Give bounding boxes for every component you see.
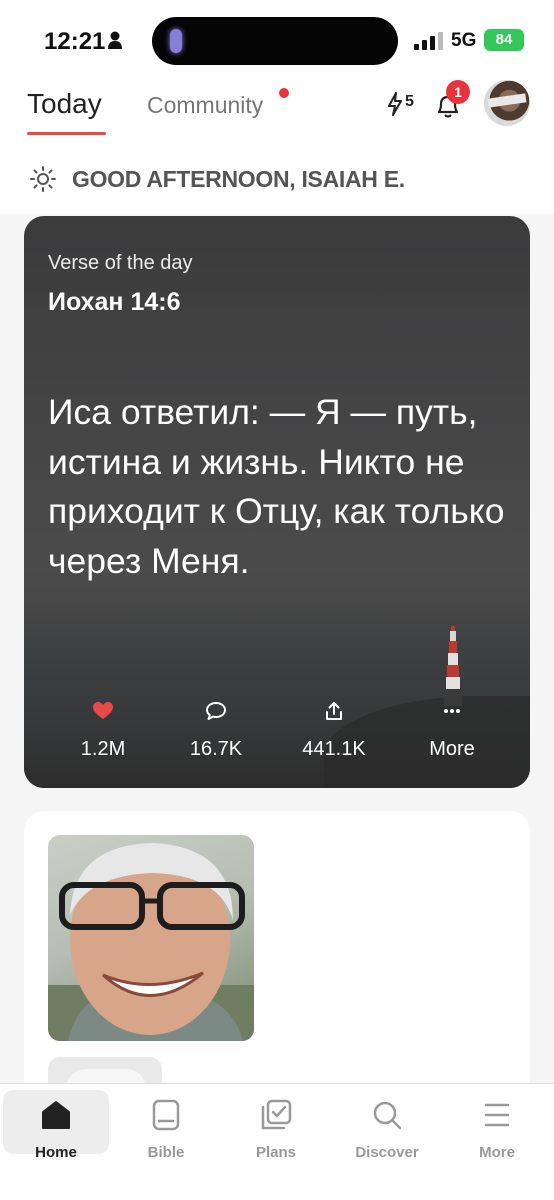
lighthouse-image xyxy=(444,626,462,706)
signal-strength-icon xyxy=(414,32,443,50)
active-tab-indicator xyxy=(27,132,106,135)
verse-of-the-day-card[interactable]: Verse of the day Иохан 14:6 Иса ответил:… xyxy=(24,216,530,788)
tab-home[interactable]: Home xyxy=(3,1090,109,1161)
like-count: 1.2M xyxy=(80,738,126,760)
content-card[interactable] xyxy=(24,811,530,1101)
tab-discover-label: Discover xyxy=(355,1144,419,1161)
verse-text: Иса ответил: — Я — путь, истина и жизнь.… xyxy=(48,392,505,581)
tab-bible-label: Bible xyxy=(147,1144,185,1161)
comment-button[interactable]: 16.7K xyxy=(161,700,271,761)
tab-more-label: More xyxy=(479,1144,515,1161)
person-portrait-image xyxy=(48,843,254,1041)
bible-icon xyxy=(152,1099,180,1131)
top-navigation: Today Community 5 1 xyxy=(0,80,554,158)
search-icon xyxy=(373,1101,402,1130)
person-icon xyxy=(108,31,122,49)
bottom-tab-bar: Home Bible Plans Discover More xyxy=(0,1083,554,1200)
greeting-row: GOOD AFTERNOON, ISAIAH E. xyxy=(0,158,554,214)
verse-label: Verse of the day xyxy=(48,252,193,274)
tab-community[interactable]: Community xyxy=(147,92,263,119)
menu-icon xyxy=(484,1103,510,1127)
tab-today[interactable]: Today xyxy=(27,88,102,120)
flashlight-indicator-icon xyxy=(170,29,182,53)
heart-icon xyxy=(93,702,113,719)
tab-more[interactable]: More xyxy=(444,1090,550,1161)
share-count: 441.1K xyxy=(302,738,366,760)
share-button[interactable]: 441.1K xyxy=(279,700,389,761)
streak-count: 5 xyxy=(405,93,414,110)
tab-discover[interactable]: Discover xyxy=(334,1090,440,1161)
status-bar: 12:21 5G 84 xyxy=(0,0,554,80)
comment-count: 16.7K xyxy=(189,738,243,760)
dynamic-island xyxy=(152,17,398,65)
person-photo[interactable] xyxy=(48,835,254,1041)
avatar-headband xyxy=(487,93,527,108)
clock-time: 12:21 xyxy=(44,28,106,55)
community-unread-dot xyxy=(279,88,289,98)
tab-plans-label: Plans xyxy=(255,1144,297,1161)
app-screen: 12:21 5G 84 Today Community 5 1 GOOD AFT… xyxy=(0,0,554,1200)
verse-reference[interactable]: Иохан 14:6 xyxy=(48,288,181,317)
tab-plans[interactable]: Plans xyxy=(223,1090,329,1161)
tab-bible[interactable]: Bible xyxy=(113,1090,219,1161)
more-label: More xyxy=(429,738,475,760)
more-button[interactable]: More xyxy=(397,700,507,761)
tab-home-label: Home xyxy=(35,1144,77,1161)
profile-avatar[interactable] xyxy=(484,80,530,126)
greeting-text: GOOD AFTERNOON, ISAIAH E. xyxy=(72,166,405,192)
home-icon xyxy=(42,1101,70,1129)
plans-icon xyxy=(261,1099,292,1130)
streak-lightning-icon[interactable] xyxy=(386,92,404,116)
notification-badge: 1 xyxy=(446,80,470,104)
more-dots-icon xyxy=(444,709,460,713)
battery-indicator: 84 xyxy=(484,29,524,51)
sun-icon xyxy=(30,166,56,192)
network-type: 5G xyxy=(451,30,477,51)
comment-icon xyxy=(206,702,226,720)
like-button[interactable]: 1.2M xyxy=(48,700,158,761)
share-icon xyxy=(326,702,342,720)
